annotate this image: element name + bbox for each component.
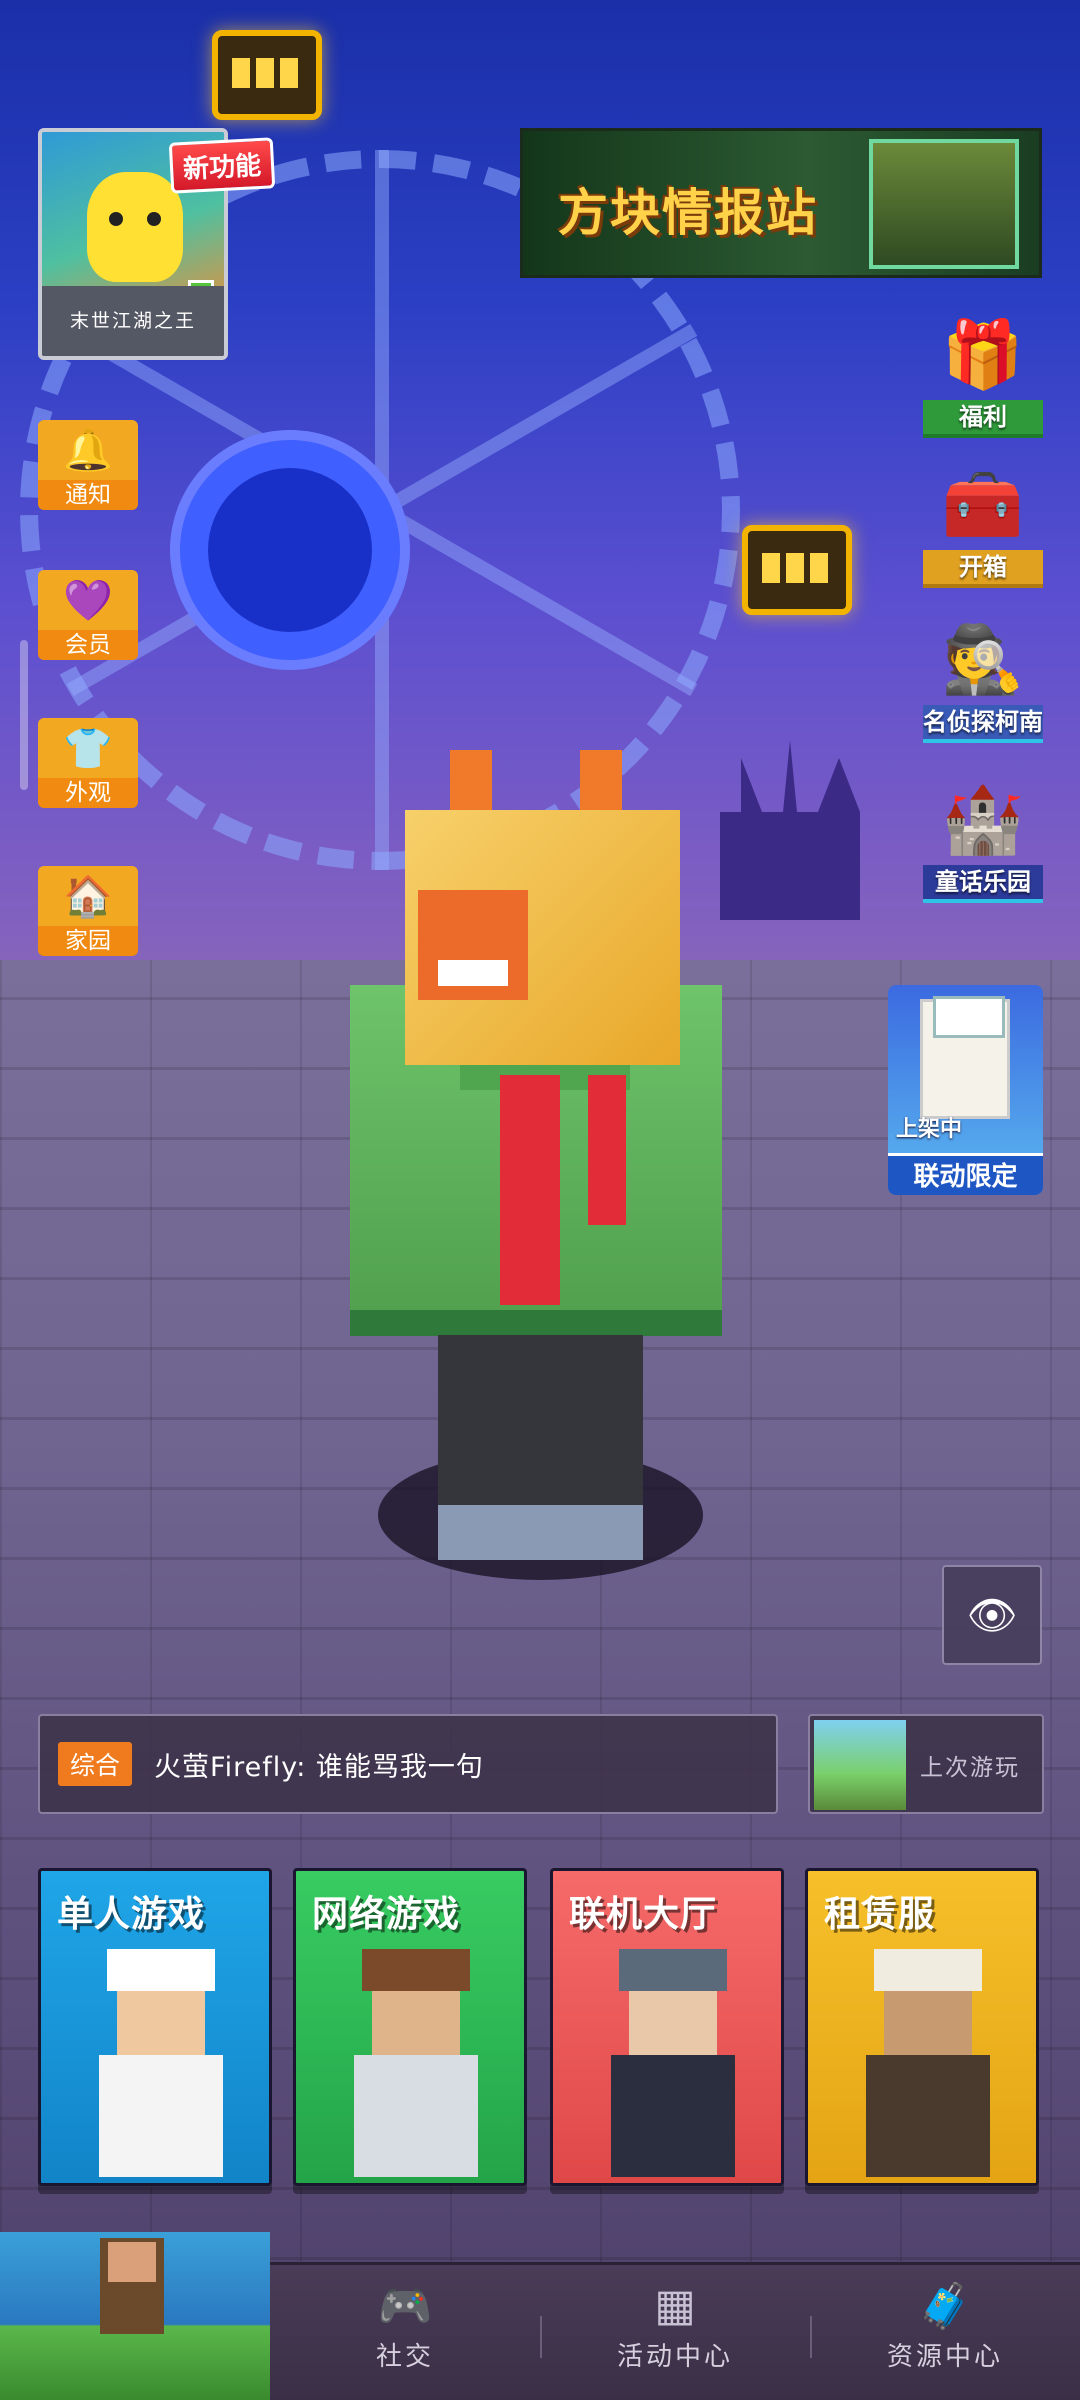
new-feature-badge: 新功能 bbox=[168, 137, 276, 194]
collab-promo[interactable]: 上架中 联动限定 bbox=[888, 985, 1043, 1195]
eye-icon: 👁 bbox=[966, 1592, 1018, 1639]
gift-icon: 🎁 bbox=[941, 316, 1025, 393]
nav-activity-center[interactable]: ▦ 活动中心 bbox=[540, 2262, 810, 2400]
nav-activity-label: 活动中心 bbox=[616, 2342, 733, 2372]
banner-image bbox=[869, 139, 1019, 269]
ferris-wheel-hub bbox=[180, 440, 400, 660]
banner-title: 方块情报站 bbox=[558, 184, 818, 242]
hoodie-stripe bbox=[588, 1075, 626, 1225]
info-banner[interactable]: 方块情报站 bbox=[520, 128, 1042, 278]
castle-icon: 🏰 bbox=[941, 781, 1025, 858]
nav-social[interactable]: 🎮 社交 bbox=[270, 2262, 540, 2400]
gondola bbox=[742, 525, 852, 615]
collab-label: 联动限定 bbox=[888, 1153, 1043, 1195]
nav-resource-center[interactable]: 🧳 资源中心 bbox=[810, 2262, 1080, 2400]
amuro-character bbox=[866, 1949, 990, 2177]
rental-server-title: 租赁服 bbox=[824, 1894, 936, 1935]
pikachu-figure bbox=[87, 172, 183, 282]
detective-conan-button[interactable]: 🕵 名侦探柯南 bbox=[923, 615, 1043, 743]
chat-bar[interactable]: 综合 火萤Firefly: 谁能骂我一句 bbox=[38, 1714, 778, 1814]
collab-status: 上架中 bbox=[896, 1117, 963, 1142]
notify-button[interactable]: 🔔 通知 bbox=[38, 420, 138, 510]
scroll-indicator bbox=[20, 640, 28, 790]
detective-icon: 🕵 bbox=[941, 621, 1025, 698]
notify-label: 通知 bbox=[38, 480, 138, 510]
vip-button[interactable]: 💜 会员 bbox=[38, 570, 138, 660]
single-player-title: 单人游戏 bbox=[57, 1894, 206, 1935]
home-icon: 🏠 bbox=[38, 866, 138, 926]
heiji-character bbox=[354, 1949, 478, 2177]
welfare-label: 福利 bbox=[923, 400, 1043, 438]
fox-mask bbox=[418, 890, 528, 1000]
chest-icon: 🧰 bbox=[941, 466, 1025, 543]
player-character[interactable] bbox=[350, 750, 730, 1560]
last-played-label: 上次游玩 bbox=[920, 1755, 1020, 1781]
home-label: 家园 bbox=[38, 926, 138, 956]
vip-label: 会员 bbox=[38, 630, 138, 660]
rental-server-card[interactable]: 租赁服 bbox=[805, 1868, 1039, 2186]
cap bbox=[619, 1949, 727, 1991]
last-played-thumbnail bbox=[814, 1720, 906, 1810]
fairy-park-label: 童话乐园 bbox=[923, 865, 1043, 903]
nav-resource-label: 资源中心 bbox=[886, 2342, 1003, 2372]
hoodie-hem bbox=[350, 1310, 722, 1336]
chat-channel-tag: 综合 bbox=[58, 1742, 133, 1786]
open-box-button[interactable]: 🧰 开箱 bbox=[923, 460, 1043, 588]
fairy-park-button[interactable]: 🏰 童话乐园 bbox=[923, 775, 1043, 903]
vip-icon: 💜 bbox=[38, 570, 138, 630]
kid-figure bbox=[920, 996, 1010, 1119]
nav-social-label: 社交 bbox=[375, 2342, 434, 2372]
view-toggle-button[interactable]: 👁 bbox=[942, 1565, 1042, 1665]
detective-conan-label: 名侦探柯南 bbox=[923, 705, 1043, 743]
top-hat bbox=[107, 1949, 215, 1991]
home-button[interactable]: 🏠 家园 bbox=[38, 866, 138, 956]
gondola bbox=[212, 30, 322, 120]
steve-figure bbox=[100, 2238, 164, 2334]
castle-silhouette bbox=[720, 740, 860, 920]
kid-character bbox=[99, 1949, 223, 2177]
online-game-card[interactable]: 网络游戏 bbox=[293, 1868, 527, 2186]
single-player-card[interactable]: 单人游戏 bbox=[38, 1868, 272, 2186]
suit-character bbox=[611, 1949, 735, 2177]
shirt-icon: 👕 bbox=[38, 718, 138, 778]
chest-icon: 🧳 bbox=[917, 2281, 973, 2332]
hair bbox=[874, 1949, 982, 1991]
open-box-label: 开箱 bbox=[923, 550, 1043, 588]
welfare-button[interactable]: 🎁 福利 bbox=[923, 310, 1043, 438]
chat-message: 火萤Firefly: 谁能骂我一句 bbox=[154, 1751, 484, 1783]
appearance-label: 外观 bbox=[38, 778, 138, 808]
lobby-card[interactable]: 联机大厅 bbox=[550, 1868, 784, 2186]
gamepad-icon: 🎮 bbox=[377, 2281, 433, 2332]
appearance-button[interactable]: 👕 外观 bbox=[38, 718, 138, 808]
lobby-title: 联机大厅 bbox=[569, 1894, 718, 1935]
feature-name: 末世江湖之王 bbox=[42, 286, 224, 356]
online-game-title: 网络游戏 bbox=[312, 1894, 461, 1935]
hair bbox=[362, 1949, 470, 1991]
bell-icon: 🔔 bbox=[38, 420, 138, 480]
grid-icon: ▦ bbox=[654, 2280, 696, 2331]
last-played-button[interactable]: 上次游玩 bbox=[808, 1714, 1044, 1814]
hoodie-stripe bbox=[500, 1075, 560, 1305]
character-shoes bbox=[438, 1505, 643, 1560]
